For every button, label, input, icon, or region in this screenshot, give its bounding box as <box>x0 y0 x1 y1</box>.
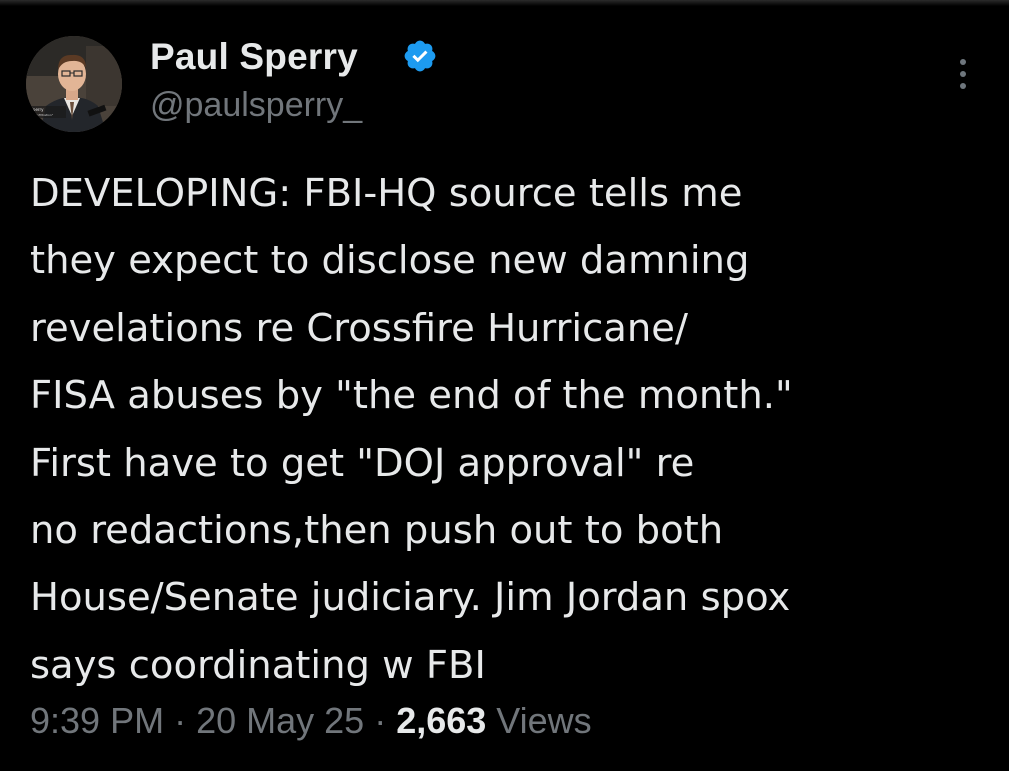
tweet-text: DEVELOPING: FBI-HQ source tells me they … <box>30 160 990 699</box>
avatar-photo: l Sperry hor, "Infiltration" <box>26 36 122 132</box>
more-dot <box>960 71 966 77</box>
more-dot <box>960 83 966 89</box>
tweet-time[interactable]: 9:39 PM <box>30 700 164 741</box>
author-display-name[interactable]: Paul Sperry <box>150 36 358 78</box>
tweet-meta: 9:39 PM · 20 May 25 · 2,663 Views <box>30 700 592 742</box>
tweet-text-line: FISA abuses by "the end of the month." <box>30 373 793 419</box>
avatar-caption-line2: hor, "Infiltration" <box>28 113 54 117</box>
views-count[interactable]: 2,663 <box>396 700 486 741</box>
author-handle[interactable]: @paulsperry_ <box>150 86 362 125</box>
more-dot <box>960 59 966 65</box>
views-label: Views <box>486 700 592 741</box>
verified-badge-icon[interactable] <box>402 38 438 74</box>
tweet-date[interactable]: 20 May 25 <box>196 700 364 741</box>
tweet-card[interactable]: l Sperry hor, "Infiltration" Paul Sperry… <box>0 0 1009 771</box>
tweet-text-line: they expect to disclose new damning <box>30 238 750 284</box>
tweet-text-line: DEVELOPING: FBI-HQ source tells me <box>30 171 743 216</box>
tweet-text-line: no redactions,then push out to both <box>30 508 724 554</box>
more-options-icon[interactable] <box>950 54 976 94</box>
avatar[interactable]: l Sperry hor, "Infiltration" <box>26 36 122 132</box>
meta-separator: · <box>164 700 197 741</box>
tweet-text-line: says coordinating w FBI <box>30 642 486 688</box>
avatar-caption-line1: l Sperry <box>28 107 44 112</box>
tweet-text-line: First have to get "DOJ approval" re <box>30 440 695 486</box>
tweet-text-line: House/Senate judiciary. Jim Jordan spox <box>30 575 791 621</box>
meta-separator: · <box>364 700 397 741</box>
tweet-text-line: revelations re Crossfire Hurricane/ <box>30 305 688 351</box>
